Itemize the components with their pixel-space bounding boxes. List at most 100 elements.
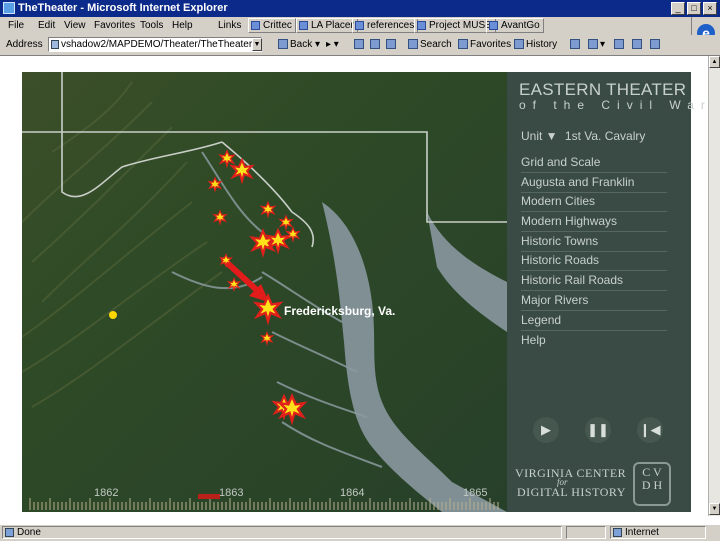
menu-view[interactable]: View: [64, 20, 86, 31]
back-button[interactable]: Back ▾: [278, 38, 320, 52]
timeline-year-1864: 1864: [340, 487, 364, 499]
menu-tools[interactable]: Tools: [140, 20, 163, 31]
cvdh-seal-icon: C VD H: [633, 462, 671, 506]
play-button[interactable]: ▶: [533, 417, 559, 443]
edit-button[interactable]: [614, 38, 626, 52]
messenger-icon: [650, 39, 660, 50]
zone-label: Internet: [625, 527, 659, 538]
menu-legend[interactable]: Legend: [521, 312, 667, 331]
address-label: Address: [6, 39, 43, 50]
link-references[interactable]: references: [352, 18, 419, 33]
menu-grid-and-scale[interactable]: Grid and Scale: [521, 154, 667, 173]
minimize-button[interactable]: _: [671, 2, 685, 15]
menu-file[interactable]: File: [8, 20, 24, 31]
menu-modern-cities[interactable]: Modern Cities: [521, 193, 667, 212]
menu-bar: File Edit View Favorites Tools Help Link…: [0, 17, 720, 52]
unit-value: 1st Va. Cavalry: [564, 129, 646, 143]
favorites-icon: [458, 39, 468, 50]
close-button[interactable]: ×: [703, 2, 717, 15]
back-arrow-icon: [278, 39, 288, 50]
scroll-down-icon[interactable]: ▼: [709, 503, 720, 515]
page-done-icon: [5, 528, 14, 537]
refresh-button[interactable]: [370, 38, 382, 52]
vcdh-logo: VIRGINIA CENTER for DIGITAL HISTORY C VD…: [513, 462, 691, 507]
link-la-placer[interactable]: LA Placer: [296, 18, 358, 33]
address-input[interactable]: vshadow2/MAPDEMO/Theater/TheTheater.html: [48, 37, 262, 52]
address-value: vshadow2/MAPDEMO/Theater/TheTheater.html: [61, 39, 262, 50]
link-label: LA Placer: [311, 20, 354, 31]
link-label: Crittec: [263, 20, 292, 31]
unit-selector[interactable]: Unit ▼ 1st Va. Cavalry: [521, 129, 645, 143]
menu-historic-towns[interactable]: Historic Towns: [521, 233, 667, 252]
pause-icon: ❚❚: [587, 422, 609, 437]
timeline-year-1862: 1862: [94, 487, 118, 499]
menu-edit[interactable]: Edit: [38, 20, 55, 31]
rewind-icon: ❙◀: [639, 422, 661, 437]
menu-historic-rail-roads[interactable]: Historic Rail Roads: [521, 272, 667, 291]
refresh-icon: [370, 39, 380, 50]
print-button[interactable]: ▾: [588, 38, 605, 52]
menu-historic-roads[interactable]: Historic Roads: [521, 252, 667, 271]
link-project-muse[interactable]: Project MUSE: [414, 18, 496, 33]
link-label: AvantGo: [501, 20, 540, 31]
window-titlebar: TheTheater - Microsoft Internet Explorer…: [0, 0, 720, 17]
stop-icon: [354, 39, 364, 50]
favorites-button[interactable]: Favorites: [458, 38, 511, 52]
link-crittec[interactable]: Crittec: [248, 18, 296, 33]
forward-button[interactable]: ▸ ▾: [326, 38, 339, 52]
menu-help[interactable]: Help: [172, 20, 193, 31]
vertical-scrollbar[interactable]: ▲ ▼: [708, 56, 720, 516]
history-icon: [514, 39, 524, 50]
print-icon: [588, 39, 598, 50]
menu-modern-highways[interactable]: Modern Highways: [521, 213, 667, 232]
town-dot[interactable]: [109, 311, 117, 319]
ie-app-icon: [3, 2, 15, 14]
stop-button[interactable]: [354, 38, 366, 52]
address-dropdown-button[interactable]: ▼: [252, 38, 262, 51]
messenger-button[interactable]: [650, 38, 662, 52]
globe-icon: [613, 528, 622, 537]
status-blank-1: [566, 526, 606, 539]
maximize-button[interactable]: □: [687, 2, 701, 15]
home-icon: [386, 39, 396, 50]
mail-button[interactable]: [570, 38, 582, 52]
scroll-up-icon[interactable]: ▲: [709, 56, 720, 68]
menu-help-item[interactable]: Help: [521, 332, 667, 350]
link-page-icon: [299, 21, 308, 30]
link-page-icon: [355, 21, 364, 30]
link-page-icon: [251, 21, 260, 30]
link-page-icon: [417, 21, 426, 30]
fredericksburg-label: Fredericksburg, Va.: [284, 304, 395, 318]
play-icon: ▶: [541, 422, 551, 437]
link-label: Project MUSE: [429, 20, 492, 31]
mail-icon: [570, 39, 580, 50]
home-button[interactable]: [386, 38, 398, 52]
map-view[interactable]: Fredericksburg, Va. 1862 1863 1864 1865: [22, 72, 507, 512]
search-button[interactable]: Search: [408, 38, 452, 52]
menu-augusta-and-franklin[interactable]: Augusta and Franklin: [521, 174, 667, 193]
search-label: Search: [420, 39, 452, 50]
panel-title: EASTERN THEATER: [519, 80, 687, 99]
unit-label: Unit ▼: [521, 129, 558, 143]
menu-major-rivers[interactable]: Major Rivers: [521, 292, 667, 311]
search-icon: [408, 39, 418, 50]
rewind-button[interactable]: ❙◀: [637, 417, 663, 443]
history-button[interactable]: History: [514, 38, 557, 52]
control-panel: EASTERN THEATER of the Civil War Unit ▼ …: [507, 72, 705, 512]
timeline-marker[interactable]: [198, 494, 220, 499]
window-title: TheTheater - Microsoft Internet Explorer: [18, 2, 228, 14]
logo-line1: VIRGINIA CENTER: [515, 466, 627, 480]
history-label: History: [526, 39, 558, 50]
pause-button[interactable]: ❚❚: [585, 417, 611, 443]
favorites-label: Favorites: [470, 39, 512, 50]
link-avantgo[interactable]: AvantGo: [486, 18, 544, 33]
status-done: Done: [17, 527, 41, 538]
status-bar: Done Internet: [0, 524, 720, 541]
discuss-button[interactable]: [632, 38, 644, 52]
status-text: Done: [2, 526, 562, 539]
panel-subtitle: of the Civil War: [519, 98, 712, 112]
edit-icon: [614, 39, 624, 50]
back-label: Back: [290, 39, 313, 50]
timeline-year-1863: 1863: [219, 487, 243, 499]
menu-favorites[interactable]: Favorites: [94, 20, 135, 31]
